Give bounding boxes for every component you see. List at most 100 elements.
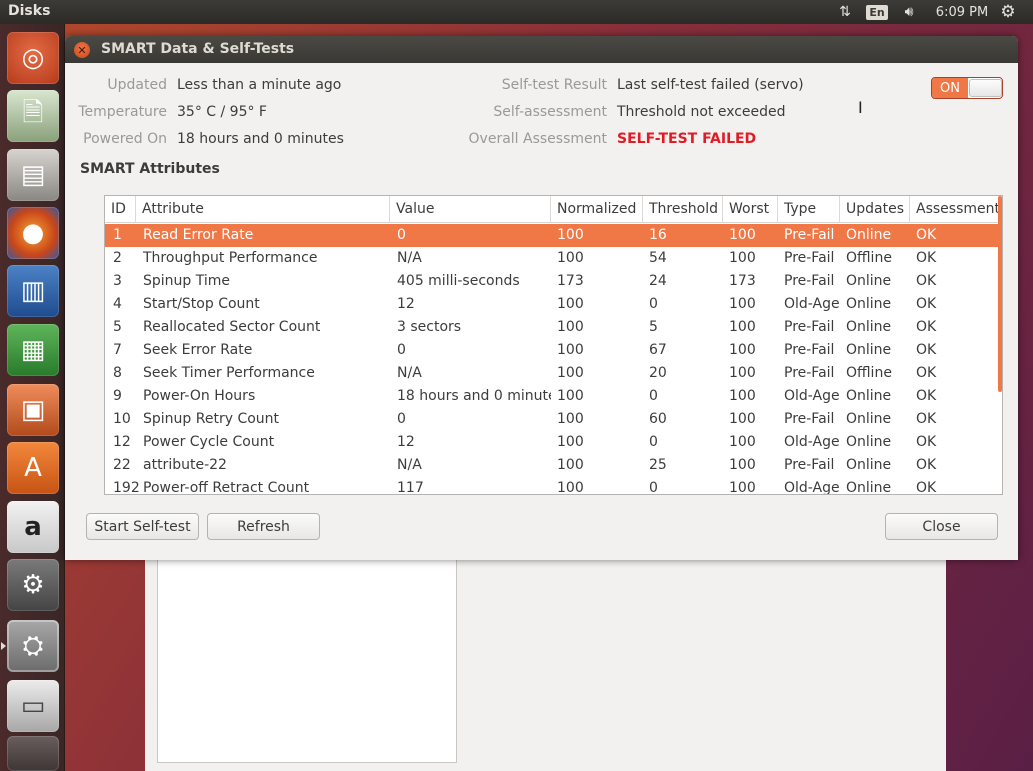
cell-assessment: OK bbox=[916, 457, 937, 473]
toggle-knob[interactable] bbox=[969, 79, 1002, 97]
trash-icon[interactable] bbox=[7, 736, 59, 771]
gear-icon[interactable]: ⚙ bbox=[996, 2, 1020, 22]
table-row[interactable]: 1 Read Error Rate 0 100 16 100 Pre-Fail Online O… bbox=[105, 224, 1002, 247]
firefox-icon[interactable]: ● bbox=[7, 207, 59, 259]
table-row[interactable]: 10 Spinup Retry Count 0 100 60 100 Pre-Fail Onl… bbox=[105, 408, 1002, 431]
calc-icon[interactable]: ▦ bbox=[7, 324, 59, 376]
sound-icon[interactable]: 🔊︎ bbox=[897, 2, 921, 22]
temperature-value: 35° C / 95° F bbox=[177, 104, 267, 120]
table-row[interactable]: 4 Start/Stop Count 12 100 0 100 Old-Age Online O… bbox=[105, 293, 1002, 316]
dialog-title: SMART Data & Self-Tests bbox=[101, 41, 295, 57]
toggle-on-label: ON bbox=[932, 78, 968, 98]
table-row[interactable]: 5 Reallocated Sector Count 3 sectors 100 5 10… bbox=[105, 316, 1002, 339]
cell-threshold: 0 bbox=[649, 388, 658, 404]
table-row[interactable]: 9 Power-On Hours 18 hours and 0 minutes 100… bbox=[105, 385, 1002, 408]
table-scrollbar[interactable] bbox=[998, 196, 1002, 392]
cell-threshold: 0 bbox=[649, 296, 658, 312]
cell-normalized: 100 bbox=[557, 296, 584, 312]
cell-type: Pre-Fail bbox=[784, 319, 835, 335]
software-center-icon[interactable]: A bbox=[7, 442, 59, 494]
ubuntu-dash-icon[interactable]: ◎ bbox=[7, 32, 59, 84]
cell-value: N/A bbox=[397, 250, 422, 266]
disks-icon[interactable]: ⛭ bbox=[7, 620, 59, 672]
network-icon[interactable]: ⇅ bbox=[834, 2, 856, 22]
column-header-id[interactable]: ID bbox=[105, 196, 136, 223]
cell-assessment: OK bbox=[916, 411, 937, 427]
overall-assessment-value: SELF-TEST FAILED bbox=[617, 131, 757, 147]
cell-worst: 100 bbox=[729, 250, 756, 266]
cell-threshold: 54 bbox=[649, 250, 667, 266]
table-row[interactable]: 8 Seek Timer Performance N/A 100 20 100 Pre-Fa… bbox=[105, 362, 1002, 385]
refresh-button[interactable]: Refresh bbox=[207, 513, 320, 540]
table-row[interactable]: 2 Throughput Performance N/A 100 54 100 Pre-Fa… bbox=[105, 247, 1002, 270]
start-self-test-button[interactable]: Start Self-test bbox=[86, 513, 199, 540]
cell-id: 9 bbox=[113, 388, 122, 404]
cell-normalized: 100 bbox=[557, 250, 584, 266]
cell-normalized: 100 bbox=[557, 388, 584, 404]
system-settings-icon[interactable]: ⚙ bbox=[7, 559, 59, 611]
table-row[interactable]: 22 attribute-22 N/A 100 25 100 Pre-Fail Online O… bbox=[105, 454, 1002, 477]
cell-attribute: Spinup Time bbox=[143, 273, 231, 289]
smart-attributes-table[interactable]: ID Attribute Value Normalized Threshold … bbox=[104, 195, 1003, 495]
active-app-indicator bbox=[1, 642, 6, 650]
cell-worst: 173 bbox=[729, 273, 756, 289]
cell-threshold: 25 bbox=[649, 457, 667, 473]
powered-on-label: Powered On bbox=[83, 131, 167, 147]
install-icon[interactable]: 🗎 bbox=[7, 90, 59, 142]
cell-updates: Online bbox=[846, 411, 892, 427]
smart-enabled-toggle[interactable]: ON bbox=[931, 77, 1003, 99]
cell-type: Old-Age bbox=[784, 296, 840, 312]
column-header-updates[interactable]: Updates bbox=[840, 196, 910, 223]
column-header-attribute[interactable]: Attribute bbox=[136, 196, 390, 223]
column-header-type[interactable]: Type bbox=[778, 196, 840, 223]
table-header: ID Attribute Value Normalized Threshold … bbox=[105, 196, 1002, 223]
cell-updates: Online bbox=[846, 342, 892, 358]
cell-assessment: OK bbox=[916, 365, 937, 381]
cell-assessment: OK bbox=[916, 227, 937, 243]
cell-id: 1 bbox=[113, 227, 122, 243]
cell-normalized: 100 bbox=[557, 365, 584, 381]
cell-type: Pre-Fail bbox=[784, 457, 835, 473]
clock[interactable]: 6:09 PM bbox=[932, 2, 992, 22]
cell-attribute: Spinup Retry Count bbox=[143, 411, 280, 427]
cell-attribute: Power Cycle Count bbox=[143, 434, 275, 450]
column-header-assessment[interactable]: Assessment bbox=[910, 196, 1002, 223]
cell-worst: 100 bbox=[729, 480, 756, 495]
cell-assessment: OK bbox=[916, 250, 937, 266]
cell-type: Pre-Fail bbox=[784, 273, 835, 289]
cell-type: Pre-Fail bbox=[784, 411, 835, 427]
updated-value: Less than a minute ago bbox=[177, 77, 342, 93]
cell-updates: Online bbox=[846, 273, 892, 289]
table-row[interactable]: 3 Spinup Time 405 milli-seconds 173 24 173 Pre… bbox=[105, 270, 1002, 293]
writer-icon[interactable]: ▥ bbox=[7, 265, 59, 317]
disks-device-list bbox=[157, 555, 457, 763]
cell-type: Old-Age bbox=[784, 434, 840, 450]
cell-type: Pre-Fail bbox=[784, 342, 835, 358]
table-row[interactable]: 12 Power Cycle Count 12 100 0 100 Old-Age Onlin… bbox=[105, 431, 1002, 454]
cell-id: 5 bbox=[113, 319, 122, 335]
cell-updates: Offline bbox=[846, 365, 892, 381]
column-header-normalized[interactable]: Normalized bbox=[551, 196, 643, 223]
column-header-threshold[interactable]: Threshold bbox=[643, 196, 723, 223]
column-header-value[interactable]: Value bbox=[390, 196, 551, 223]
drive-icon[interactable]: ▭ bbox=[7, 680, 59, 732]
temperature-label: Temperature bbox=[78, 104, 167, 120]
cell-normalized: 173 bbox=[557, 273, 584, 289]
smart-dialog: ✕ SMART Data & Self-Tests Updated Less t… bbox=[65, 36, 1018, 560]
table-row[interactable]: 192 Power-off Retract Count 117 100 0 100 Old-… bbox=[105, 477, 1002, 495]
close-icon[interactable]: ✕ bbox=[74, 42, 90, 58]
cell-attribute: Seek Error Rate bbox=[143, 342, 253, 358]
self-assessment-value: Threshold not exceeded bbox=[617, 104, 786, 120]
cell-id: 192 bbox=[113, 480, 139, 495]
files-icon[interactable]: ▤ bbox=[7, 149, 59, 201]
cell-worst: 100 bbox=[729, 227, 756, 243]
cell-assessment: OK bbox=[916, 342, 937, 358]
column-header-worst[interactable]: Worst bbox=[723, 196, 778, 223]
cell-worst: 100 bbox=[729, 296, 756, 312]
table-row[interactable]: 7 Seek Error Rate 0 100 67 100 Pre-Fail Online O… bbox=[105, 339, 1002, 362]
keyboard-language-indicator[interactable]: En bbox=[866, 2, 888, 22]
cell-attribute: Reallocated Sector Count bbox=[143, 319, 321, 335]
impress-icon[interactable]: ▣ bbox=[7, 384, 59, 436]
close-button[interactable]: Close bbox=[885, 513, 998, 540]
amazon-icon[interactable]: a bbox=[7, 501, 59, 553]
